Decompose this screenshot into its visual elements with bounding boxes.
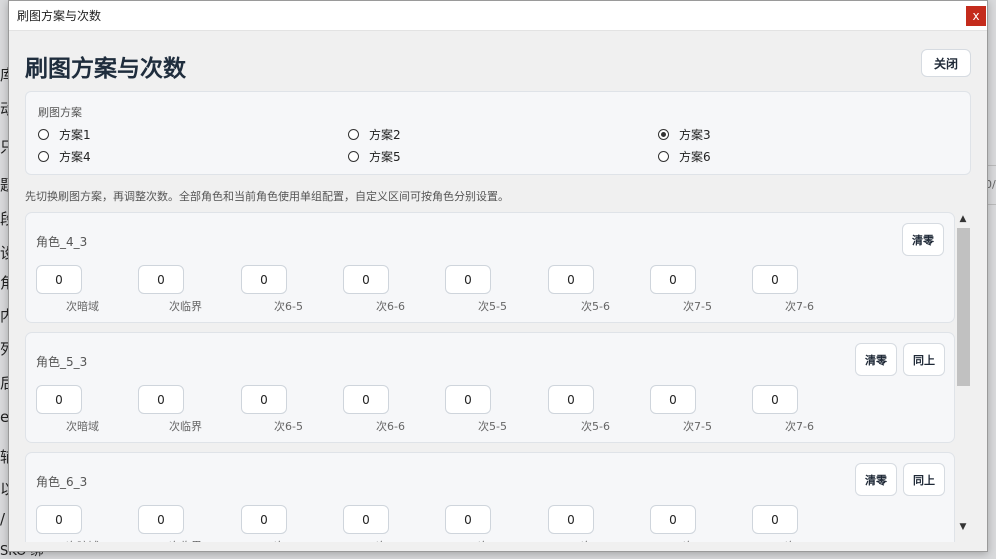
plan-radio-2[interactable]: 方案2 <box>348 126 401 143</box>
count-input[interactable]: 0 <box>343 265 389 294</box>
count-label: 次6-6 <box>376 538 405 542</box>
scrollbar[interactable]: ▲ ▼ <box>956 212 970 536</box>
count-input[interactable]: 0 <box>548 265 594 294</box>
count-label: 次7-5 <box>683 538 712 542</box>
plan-radio-4[interactable]: 方案4 <box>38 148 91 165</box>
count-label: 次5-6 <box>581 538 610 542</box>
count-label: 次7-5 <box>683 420 712 433</box>
count-label: 次临界 <box>169 538 202 542</box>
plan-radio-1[interactable]: 方案1 <box>38 126 91 143</box>
count-input[interactable]: 0 <box>138 385 184 414</box>
plan-group: 刷图方案 方案1 方案2 方案3 方案4 方案5 方案6 <box>25 91 971 175</box>
plan-radio-3[interactable]: 方案3 <box>658 126 711 143</box>
close-button[interactable]: 关闭 <box>921 49 971 77</box>
role-name: 角色_4_3 <box>36 235 88 249</box>
count-label: 次7-5 <box>683 300 712 313</box>
role-name: 角色_6_3 <box>36 475 88 489</box>
count-label: 次5-6 <box>581 300 610 313</box>
count-input[interactable]: 0 <box>752 385 798 414</box>
radio-icon[interactable] <box>38 129 49 140</box>
plan-legend: 刷图方案 <box>38 106 82 119</box>
clear-button[interactable]: 清零 <box>855 463 897 496</box>
header: 刷图方案与次数 关闭 <box>25 47 971 82</box>
radio-icon[interactable] <box>658 129 669 140</box>
count-label: 次7-6 <box>785 300 814 313</box>
count-input[interactable]: 0 <box>241 265 287 294</box>
radio-icon[interactable] <box>348 151 359 162</box>
clear-button[interactable]: 清零 <box>855 343 897 376</box>
count-label: 次临界 <box>169 420 202 433</box>
role-card: 角色_4_3 清零 0 次暗域 0 次临界 0 次6-5 0 次6-6 0 次5-5 0 次5-6 0 次7-… <box>25 212 955 323</box>
count-label: 次6-6 <box>376 300 405 313</box>
scroll-down-icon[interactable]: ▼ <box>956 520 970 534</box>
count-input[interactable]: 0 <box>445 505 491 534</box>
scroll-up-icon[interactable]: ▲ <box>956 212 970 226</box>
plan-radio-6[interactable]: 方案6 <box>658 148 711 165</box>
clear-button[interactable]: 清零 <box>902 223 944 256</box>
role-card: 角色_5_3 清零 同上 0 次暗域 0 次临界 0 次6-5 0 次6-6 0 次5-5 0 次5-6 0 次… <box>25 332 955 443</box>
plan-radio-label: 方案1 <box>59 128 91 142</box>
count-input[interactable]: 0 <box>650 385 696 414</box>
count-label: 次临界 <box>169 300 202 313</box>
count-input[interactable]: 0 <box>445 385 491 414</box>
role-name: 角色_5_3 <box>36 355 88 369</box>
plan-radio-label: 方案3 <box>679 128 711 142</box>
count-input[interactable]: 0 <box>343 505 389 534</box>
count-input[interactable]: 0 <box>241 505 287 534</box>
count-input[interactable]: 0 <box>343 385 389 414</box>
count-input[interactable]: 0 <box>650 265 696 294</box>
window-close-icon[interactable]: x <box>966 5 986 26</box>
titlebar: 刷图方案与次数 x <box>9 1 987 31</box>
count-label: 次7-6 <box>785 420 814 433</box>
plan-dialog: 刷图方案与次数 x 刷图方案与次数 关闭 刷图方案 方案1 方案2 方案3 方案4 方案… <box>8 0 988 552</box>
hint-text: 先切换刷图方案，再调整次数。全部角色和当前角色使用单组配置，自定义区间可按角色分… <box>25 190 509 203</box>
plan-radio-label: 方案6 <box>679 150 711 164</box>
count-input[interactable]: 0 <box>36 505 82 534</box>
count-input[interactable]: 0 <box>548 385 594 414</box>
window-title: 刷图方案与次数 <box>17 9 102 23</box>
count-label: 次5-6 <box>581 420 610 433</box>
plan-radio-label: 方案4 <box>59 150 91 164</box>
count-input[interactable]: 0 <box>241 385 287 414</box>
count-input[interactable]: 0 <box>138 505 184 534</box>
count-label: 次6-5 <box>274 420 303 433</box>
count-label: 次5-5 <box>478 300 507 313</box>
count-input[interactable]: 0 <box>548 505 594 534</box>
count-input[interactable]: 0 <box>36 265 82 294</box>
radio-icon[interactable] <box>38 151 49 162</box>
same-as-above-button[interactable]: 同上 <box>903 463 945 496</box>
role-list: 角色_4_3 清零 0 次暗域 0 次临界 0 次6-5 0 次6-6 0 次5-5 0 次5-6 0 次7-… <box>25 212 955 542</box>
radio-icon[interactable] <box>348 129 359 140</box>
count-label: 次暗域 <box>66 300 99 313</box>
role-card: 角色_6_3 清零同上 0 次暗域 0 次临界 0 次6-5 0 次6-6 0 次5-5 0 次5-6 0 次… <box>25 452 955 542</box>
count-label: 次6-6 <box>376 420 405 433</box>
count-input[interactable]: 0 <box>650 505 696 534</box>
count-label: 次6-5 <box>274 538 303 542</box>
count-input[interactable]: 0 <box>138 265 184 294</box>
count-label: 次5-5 <box>478 538 507 542</box>
scroll-thumb[interactable] <box>957 228 970 386</box>
count-input[interactable]: 0 <box>36 385 82 414</box>
count-label: 次7-6 <box>785 538 814 542</box>
count-label: 次5-5 <box>478 420 507 433</box>
plan-radio-5[interactable]: 方案5 <box>348 148 401 165</box>
count-input[interactable]: 0 <box>752 265 798 294</box>
page-title: 刷图方案与次数 <box>25 56 186 82</box>
radio-icon[interactable] <box>658 151 669 162</box>
plan-radio-label: 方案5 <box>369 150 401 164</box>
background-fragment: / <box>0 510 6 528</box>
count-label: 次6-5 <box>274 300 303 313</box>
count-input[interactable]: 0 <box>752 505 798 534</box>
count-label: 次暗域 <box>66 420 99 433</box>
count-input[interactable]: 0 <box>445 265 491 294</box>
count-label: 次暗域 <box>66 538 99 542</box>
plan-radio-label: 方案2 <box>369 128 401 142</box>
same-as-above-button[interactable]: 同上 <box>903 343 945 376</box>
